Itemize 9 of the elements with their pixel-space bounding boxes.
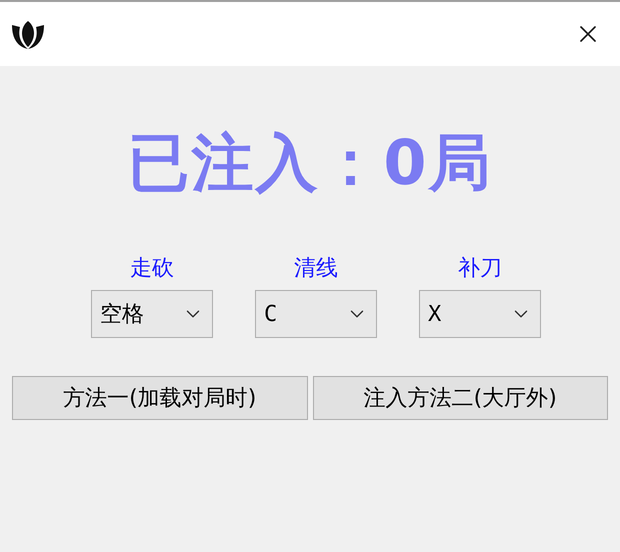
- hotkey-label: 清线: [294, 258, 338, 280]
- hotkey-label: 走砍: [130, 258, 174, 280]
- hotkey-select[interactable]: 空格: [91, 290, 213, 338]
- hotkey-select[interactable]: X: [419, 290, 541, 338]
- hotkey-label: 补刀: [458, 258, 502, 280]
- injection-status: 已注入：0局: [127, 132, 493, 194]
- inject-button[interactable]: 方法一(加载对局时): [12, 376, 308, 420]
- inject-button[interactable]: 注入方法二(大厅外): [312, 376, 608, 420]
- hotkey-select[interactable]: C: [255, 290, 377, 338]
